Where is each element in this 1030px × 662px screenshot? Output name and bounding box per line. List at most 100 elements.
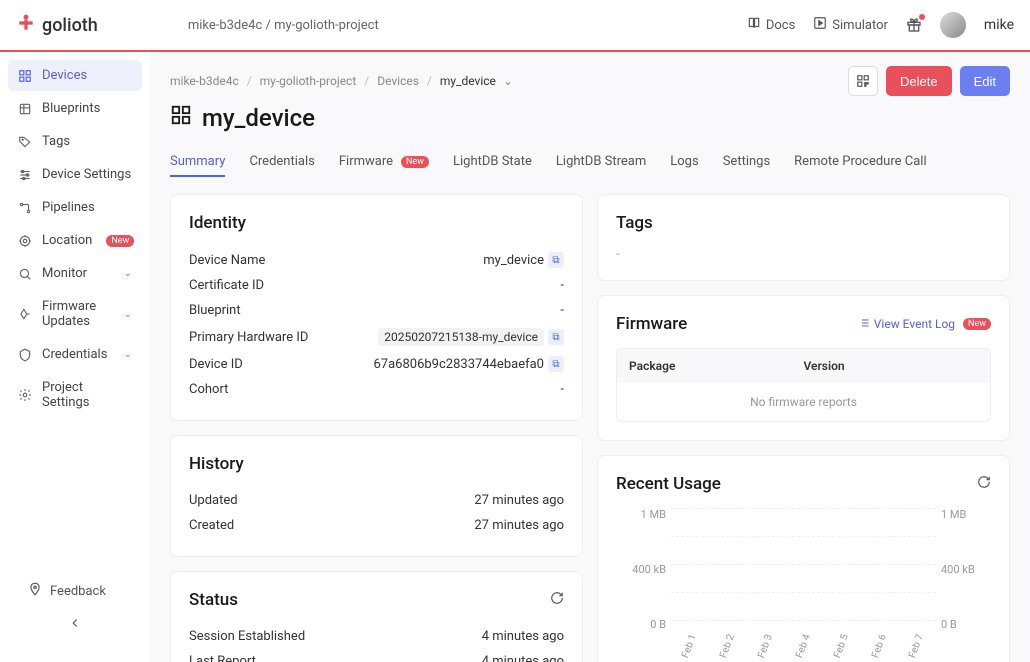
x-tick: Feb 5	[832, 632, 851, 659]
x-tick: Feb 7	[908, 632, 927, 659]
card-title: Recent Usage	[616, 474, 721, 494]
avatar[interactable]	[940, 12, 966, 38]
x-tick: Feb 3	[756, 632, 775, 659]
report-label: Last Report	[189, 654, 256, 662]
breadcrumb: mike-b3de4c / my-golioth-project / Devic…	[170, 74, 513, 88]
device-grid-icon	[170, 104, 192, 132]
sidebar-item-label: Device Settings	[42, 167, 131, 182]
sidebar-item-label: Tags	[42, 134, 70, 149]
sidebar-item-blueprints[interactable]: Blueprints	[8, 93, 142, 124]
view-event-log-link[interactable]: View Event Log New	[858, 317, 991, 332]
logo[interactable]: golioth	[16, 13, 98, 38]
cert-value: -	[560, 278, 564, 293]
collapse-sidebar-button[interactable]	[18, 606, 132, 644]
tab-credentials[interactable]: Credentials	[249, 148, 314, 177]
sidebar-item-project-settings[interactable]: Project Settings	[8, 372, 142, 418]
new-badge: New	[106, 235, 134, 247]
sidebar-item-label: Credentials	[42, 347, 107, 362]
blueprint-icon	[18, 102, 32, 116]
edit-button[interactable]: Edit	[960, 66, 1010, 96]
sidebar-item-label: Blueprints	[42, 101, 100, 116]
play-box-icon	[813, 16, 827, 34]
session-value: 4 minutes ago	[482, 629, 564, 644]
status-card: Status Session Established 4 minutes ago…	[170, 571, 583, 662]
delete-button[interactable]: Delete	[886, 66, 952, 96]
simulator-label: Simulator	[832, 18, 888, 33]
copy-icon[interactable]: ⧉	[548, 329, 564, 345]
report-value: 4 minutes ago	[482, 654, 564, 662]
sidebar-item-devices[interactable]: Devices	[8, 60, 142, 91]
pipeline-icon	[18, 201, 32, 215]
qr-button[interactable]	[848, 66, 878, 96]
sidebar-item-label: Firmware Updates	[42, 299, 114, 329]
y-tick: 1 MB	[616, 508, 666, 521]
breadcrumb-org[interactable]: mike-b3de4c	[170, 74, 239, 88]
sidebar-item-label: Devices	[42, 68, 87, 83]
sidebar-item-label: Project Settings	[42, 380, 132, 410]
usage-chart: 1 MB 400 kB 0 B 1 MB 400 kB 0 B	[616, 508, 991, 658]
tab-logs[interactable]: Logs	[670, 148, 698, 177]
sidebar-item-firmware-updates[interactable]: Firmware Updates ⌄	[8, 291, 142, 337]
username[interactable]: mike	[984, 17, 1014, 33]
new-badge: New	[401, 156, 429, 168]
x-tick: Feb 1	[681, 632, 700, 659]
breadcrumb-project[interactable]: my-golioth-project	[260, 74, 357, 88]
breadcrumb-section[interactable]: Devices	[377, 74, 419, 88]
sidebar-item-monitor[interactable]: Monitor ⌄	[8, 258, 142, 289]
tab-firmware[interactable]: Firmware New	[339, 148, 429, 177]
hwid-label: Primary Hardware ID	[189, 330, 308, 345]
card-title: Status	[189, 590, 238, 610]
tab-firmware-label: Firmware	[339, 154, 393, 169]
copy-icon[interactable]: ⧉	[548, 252, 564, 268]
updated-label: Updated	[189, 493, 238, 508]
list-icon	[858, 317, 870, 332]
docs-link[interactable]: Docs	[747, 16, 795, 34]
gift-icon[interactable]	[906, 17, 922, 33]
copy-icon[interactable]: ⧉	[548, 356, 564, 372]
sidebar-item-pipelines[interactable]: Pipelines	[8, 192, 142, 223]
device-name-value: my_device	[483, 253, 544, 268]
refresh-icon[interactable]	[550, 591, 564, 609]
page-title: my_device	[170, 104, 1010, 132]
sidebar-item-location[interactable]: Location New	[8, 225, 142, 256]
docs-label: Docs	[766, 18, 795, 33]
x-tick: Feb 2	[718, 632, 737, 659]
tab-settings[interactable]: Settings	[723, 148, 770, 177]
page-title-text: my_device	[202, 104, 315, 132]
blueprint-label: Blueprint	[189, 303, 241, 318]
y-tick: 0 B	[616, 618, 666, 631]
tab-summary[interactable]: Summary	[170, 148, 225, 177]
chevron-down-icon[interactable]: ⌄	[503, 74, 513, 88]
tabs: Summary Credentials Firmware New LightDB…	[170, 148, 1010, 178]
simulator-link[interactable]: Simulator	[813, 16, 888, 34]
usage-card: Recent Usage 1 MB 400 kB 0 B 1 MB 400 kB…	[597, 455, 1010, 662]
firmware-empty: No firmware reports	[617, 383, 990, 421]
feedback-link[interactable]: Feedback	[18, 576, 132, 606]
sidebar: Devices Blueprints Tags Device Settings …	[0, 52, 150, 662]
device-name-label: Device Name	[189, 253, 265, 268]
firmware-table: Package Version No firmware reports	[616, 348, 991, 422]
refresh-icon[interactable]	[977, 475, 991, 493]
tag-icon	[18, 135, 32, 149]
y-tick-right: 400 kB	[941, 563, 991, 576]
gear-icon	[18, 388, 32, 402]
event-log-label: View Event Log	[874, 317, 955, 331]
created-value: 27 minutes ago	[474, 518, 564, 533]
tab-rpc[interactable]: Remote Procedure Call	[794, 148, 926, 177]
y-tick-right: 1 MB	[941, 508, 991, 521]
col-version: Version	[804, 359, 979, 373]
y-tick-right: 0 B	[941, 618, 991, 631]
tags-value: -	[616, 247, 991, 262]
tab-lightdb-state[interactable]: LightDB State	[453, 148, 532, 177]
tab-lightdb-stream[interactable]: LightDB Stream	[556, 148, 646, 177]
chart-x-axis: Feb 1 Feb 2 Feb 3 Feb 4 Feb 5 Feb 6 Feb …	[671, 634, 936, 658]
sidebar-item-label: Pipelines	[42, 200, 95, 215]
col-package: Package	[629, 359, 804, 373]
sidebar-item-tags[interactable]: Tags	[8, 126, 142, 157]
session-label: Session Established	[189, 629, 305, 644]
header-breadcrumb[interactable]: mike-b3de4c / my-golioth-project	[188, 18, 379, 33]
chevron-down-icon: ⌄	[124, 268, 132, 279]
cohort-label: Cohort	[189, 382, 228, 397]
sidebar-item-device-settings[interactable]: Device Settings	[8, 159, 142, 190]
sidebar-item-credentials[interactable]: Credentials ⌄	[8, 339, 142, 370]
